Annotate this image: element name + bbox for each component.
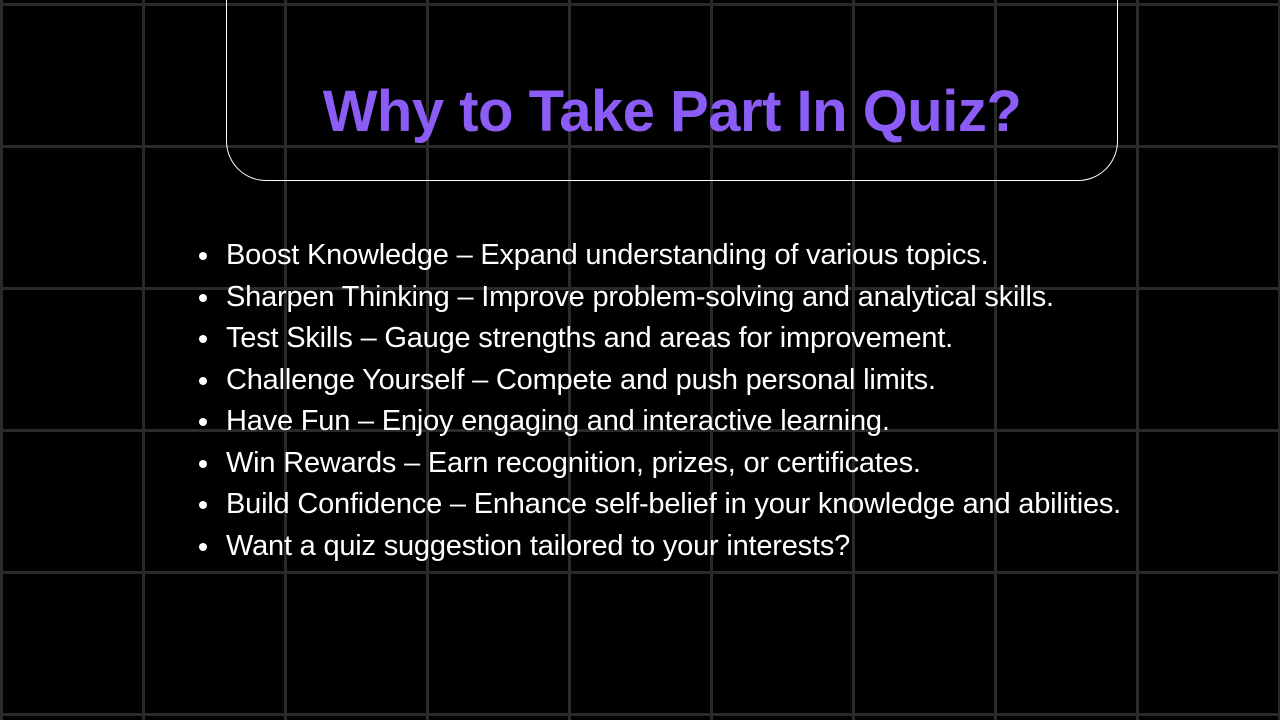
bullet-text: Want a quiz suggestion tailored to your …: [226, 529, 851, 562]
slide-title: Why to Take Part In Quiz?: [322, 79, 1022, 144]
slide: Why to Take Part In Quiz? Boost Knowledg…: [0, 0, 1280, 720]
bullet-item: Want a quiz suggestion tailored to your …: [199, 526, 1121, 568]
bullet-item: Test Skills – Gauge strengths and areas …: [199, 318, 1121, 360]
bullet-dot-icon: [199, 418, 207, 426]
bullet-item: Win Rewards – Earn recognition, prizes, …: [199, 443, 1121, 485]
bullet-dot-icon: [199, 252, 207, 260]
bullet-item: Challenge Yourself – Compete and push pe…: [199, 360, 1121, 402]
bullet-dot-icon: [199, 335, 207, 343]
bullet-dot-icon: [199, 376, 207, 385]
bullet-item: Boost Knowledge – Expand understanding o…: [199, 235, 1121, 277]
bullet-item: Sharpen Thinking – Improve problem-solvi…: [199, 277, 1121, 319]
bullet-list: Boost Knowledge – Expand understanding o…: [199, 235, 1122, 568]
bullet-text: Win Rewards – Earn recognition, prizes, …: [226, 446, 921, 479]
bullet-text: Sharpen Thinking – Improve problem-solvi…: [226, 280, 1054, 313]
bullet-dot-icon: [199, 293, 207, 302]
bullet-text: Build Confidence – Enhance self-belief i…: [226, 488, 1122, 520]
bullet-dot-icon: [199, 501, 207, 509]
bullet-dot-icon: [199, 542, 207, 551]
bullet-dot-icon: [199, 459, 207, 468]
bullet-item: Build Confidence – Enhance self-belief i…: [199, 484, 1122, 526]
bullet-item: Have Fun – Enjoy engaging and interactiv…: [199, 401, 1121, 443]
bullet-text: Boost Knowledge – Expand understanding o…: [226, 239, 989, 271]
bullet-text: Have Fun – Enjoy engaging and interactiv…: [226, 405, 890, 437]
bullet-text: Challenge Yourself – Compete and push pe…: [226, 363, 936, 396]
bullet-text: Test Skills – Gauge strengths and areas …: [226, 322, 954, 354]
